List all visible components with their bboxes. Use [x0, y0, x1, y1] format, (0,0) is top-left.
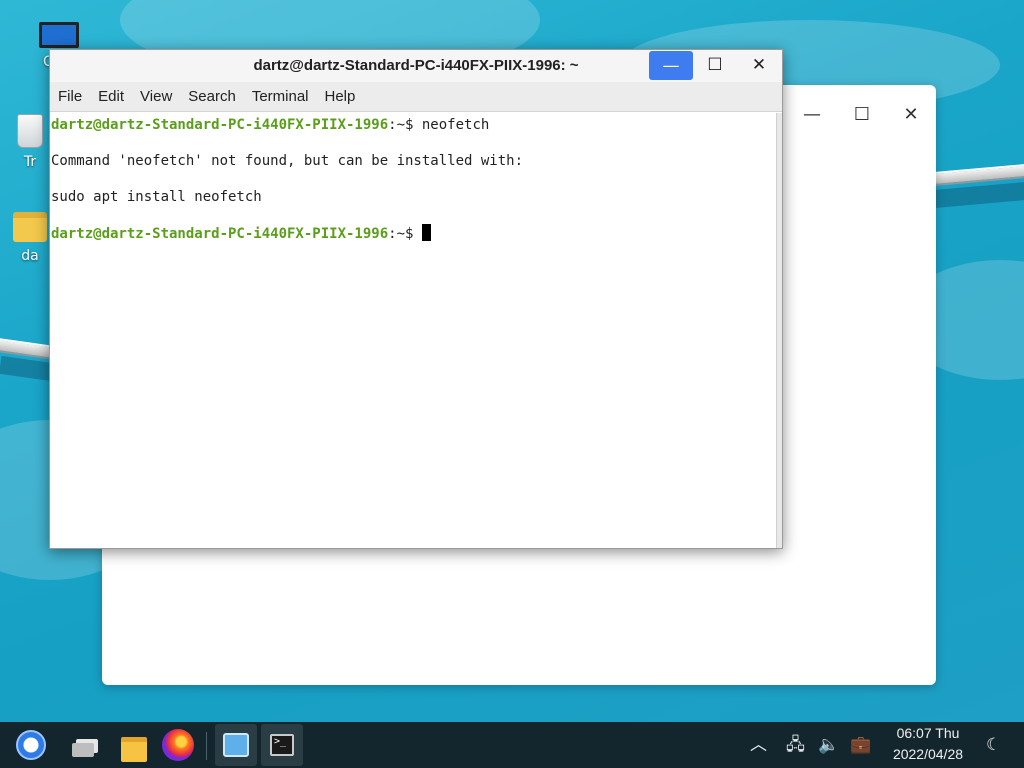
desktop-icon-label: da [21, 248, 39, 264]
minimize-button[interactable]: — [800, 103, 824, 127]
show-desktop-icon[interactable] [72, 729, 104, 761]
menu-help[interactable]: Help [325, 88, 356, 105]
close-button[interactable]: ✕ [737, 50, 781, 80]
briefcase-icon[interactable]: 💼 [850, 735, 871, 755]
terminal-line: dartz@dartz-Standard-PC-i440FX-PIIX-1996… [51, 224, 776, 260]
close-button[interactable]: ✕ [899, 103, 923, 127]
menu-bar: File Edit View Search Terminal Help [50, 82, 782, 112]
tray-expand-icon[interactable]: ︿ [750, 735, 767, 755]
menu-terminal[interactable]: Terminal [252, 88, 309, 105]
clock[interactable]: 06:07 Thu 2022/04/28 [882, 723, 974, 765]
terminal-titlebar[interactable]: dartz@dartz-Standard-PC-i440FX-PIIX-1996… [50, 50, 782, 82]
control-panel-icon[interactable] [220, 729, 252, 761]
terminal-window[interactable]: dartz@dartz-Standard-PC-i440FX-PIIX-1996… [49, 49, 783, 549]
menu-file[interactable]: File [58, 88, 82, 105]
prompt-path: :~$ [388, 226, 422, 242]
moon-icon[interactable]: ☾ [986, 735, 1001, 755]
clock-date: 2022/04/28 [892, 746, 964, 762]
prompt-user-host: dartz@dartz-Standard-PC-i440FX-PIIX-1996 [51, 226, 389, 242]
minimize-button[interactable]: — [649, 51, 693, 80]
prompt-path: :~$ [388, 117, 422, 133]
start-menu-icon[interactable] [16, 730, 46, 760]
terminal-line: dartz@dartz-Standard-PC-i440FX-PIIX-1996… [51, 116, 776, 152]
prompt-command: neofetch [421, 117, 490, 133]
menu-search[interactable]: Search [188, 88, 236, 105]
clock-time: 06:07 Thu [896, 725, 960, 741]
file-manager-icon[interactable] [118, 729, 150, 762]
volume-icon[interactable]: 🔈 [818, 735, 839, 755]
terminal-output[interactable]: dartz@dartz-Standard-PC-i440FX-PIIX-1996… [50, 113, 776, 548]
trash-icon [17, 114, 43, 148]
network-icon[interactable]: 🖧 [786, 735, 805, 755]
menu-edit[interactable]: Edit [98, 88, 124, 105]
terminal-line: sudo apt install neofetch [51, 189, 262, 205]
maximize-button[interactable]: ☐ [693, 50, 737, 80]
menu-view[interactable]: View [140, 88, 172, 105]
terminal-line: Command 'neofetch' not found, but can be… [51, 153, 524, 169]
desktop-icon-label: Tr [23, 154, 37, 170]
computer-icon [39, 22, 79, 53]
scrollbar[interactable] [776, 113, 782, 548]
prompt-user-host: dartz@dartz-Standard-PC-i440FX-PIIX-1996 [51, 117, 389, 133]
maximize-button[interactable]: ☐ [850, 103, 874, 127]
taskbar-separator [206, 732, 207, 760]
home-folder-icon [13, 212, 47, 242]
terminal-icon[interactable]: >_ [266, 729, 298, 761]
taskbar: >_ ︿ 🖧 🔈 💼 06:07 Thu 2022/04/28 ☾ [0, 722, 1024, 768]
firefox-icon[interactable] [162, 729, 194, 761]
text-cursor [421, 224, 431, 241]
